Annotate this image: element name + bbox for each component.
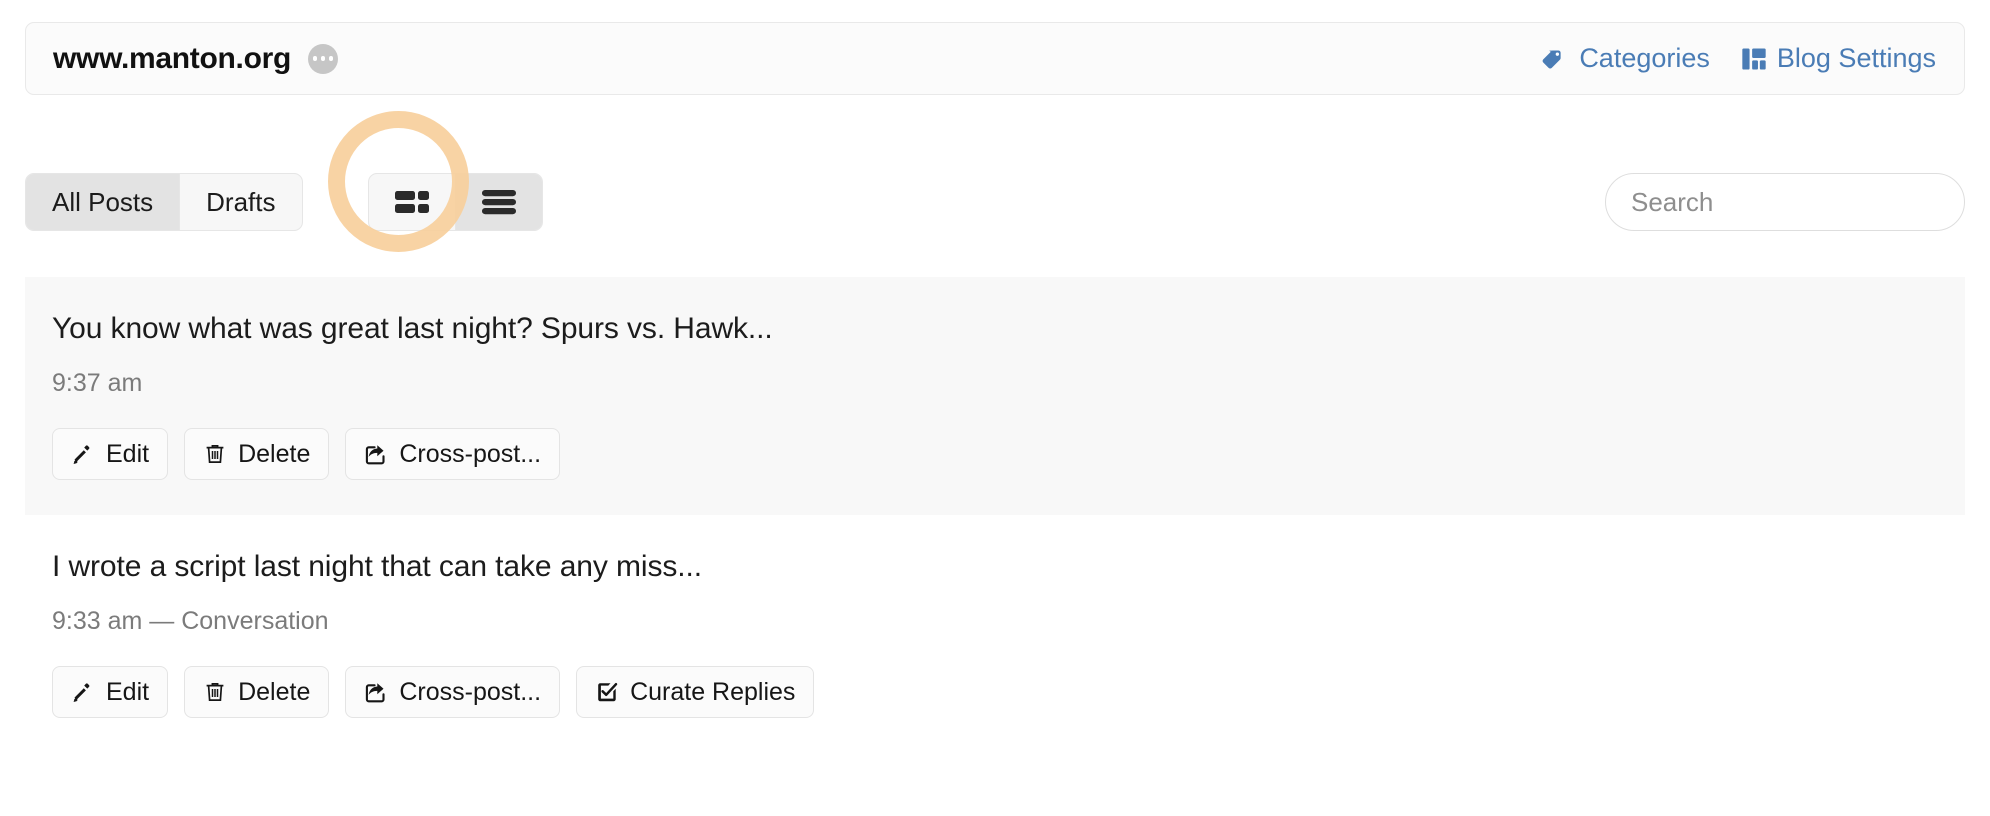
tag-icon (1540, 44, 1570, 74)
pencil-icon (71, 442, 95, 466)
posts-tab-group: All Posts Drafts (25, 173, 303, 231)
ellipsis-icon (312, 56, 318, 61)
app-window: www.manton.org Categories Blog Settings … (0, 0, 1990, 816)
edit-button[interactable]: Edit (52, 666, 169, 718)
tab-drafts[interactable]: Drafts (179, 174, 301, 230)
blog-settings-link-label: Blog Settings (1776, 43, 1936, 73)
site-title: www.manton.org (53, 41, 292, 75)
pencil-icon (71, 680, 95, 704)
cross-post-button-label: Cross-post... (399, 677, 542, 706)
curate-replies-button[interactable]: Curate Replies (576, 666, 815, 718)
search-field-wrapper (1605, 173, 1965, 231)
cross-post-button[interactable]: Cross-post... (345, 428, 561, 480)
edit-button-label: Edit (106, 677, 150, 706)
layout-icon (1740, 45, 1768, 73)
cross-post-button[interactable]: Cross-post... (345, 666, 561, 718)
blog-settings-link[interactable]: Blog Settings (1740, 43, 1936, 74)
view-toggle-group (368, 173, 543, 231)
categories-link-label: Categories (1579, 43, 1710, 73)
post-row[interactable]: I wrote a script last night that can tak… (25, 515, 1965, 753)
search-input[interactable] (1605, 173, 1965, 231)
site-header: www.manton.org Categories Blog Settings (25, 22, 1965, 95)
posts-toolbar: All Posts Drafts (25, 173, 1965, 231)
posts-list: You know what was great last night? Spur… (25, 277, 1965, 753)
share-icon (364, 680, 388, 704)
ellipsis-icon (328, 56, 334, 61)
share-icon (364, 442, 388, 466)
trash-icon (203, 680, 227, 704)
list-view-icon (482, 189, 516, 215)
delete-button[interactable]: Delete (184, 666, 330, 718)
trash-icon (203, 442, 227, 466)
delete-button-label: Delete (238, 439, 311, 468)
post-title[interactable]: I wrote a script last night that can tak… (52, 549, 1938, 585)
post-actions: Edit Delete (52, 666, 1938, 718)
post-meta: 9:37 am (52, 369, 143, 397)
check-square-icon (595, 680, 619, 704)
post-title[interactable]: You know what was great last night? Spur… (52, 311, 1938, 347)
site-header-left: www.manton.org (53, 41, 339, 76)
delete-button-label: Delete (238, 677, 311, 706)
curate-replies-button-label: Curate Replies (630, 677, 796, 706)
cross-post-button-label: Cross-post... (399, 439, 542, 468)
post-meta: 9:33 am — Conversation (52, 607, 329, 635)
post-row[interactable]: You know what was great last night? Spur… (25, 277, 1965, 515)
site-header-links: Categories Blog Settings (1540, 43, 1936, 74)
grid-view-icon (395, 189, 429, 215)
tab-all-posts[interactable]: All Posts (26, 174, 180, 230)
ellipsis-icon (320, 56, 326, 61)
delete-button[interactable]: Delete (184, 428, 330, 480)
list-view-toggle[interactable] (455, 174, 542, 230)
edit-button[interactable]: Edit (52, 428, 169, 480)
more-options-button[interactable] (308, 43, 339, 74)
categories-link[interactable]: Categories (1540, 43, 1710, 74)
edit-button-label: Edit (106, 439, 150, 468)
card-view-toggle[interactable] (369, 174, 455, 230)
post-actions: Edit Delete (52, 428, 1938, 480)
